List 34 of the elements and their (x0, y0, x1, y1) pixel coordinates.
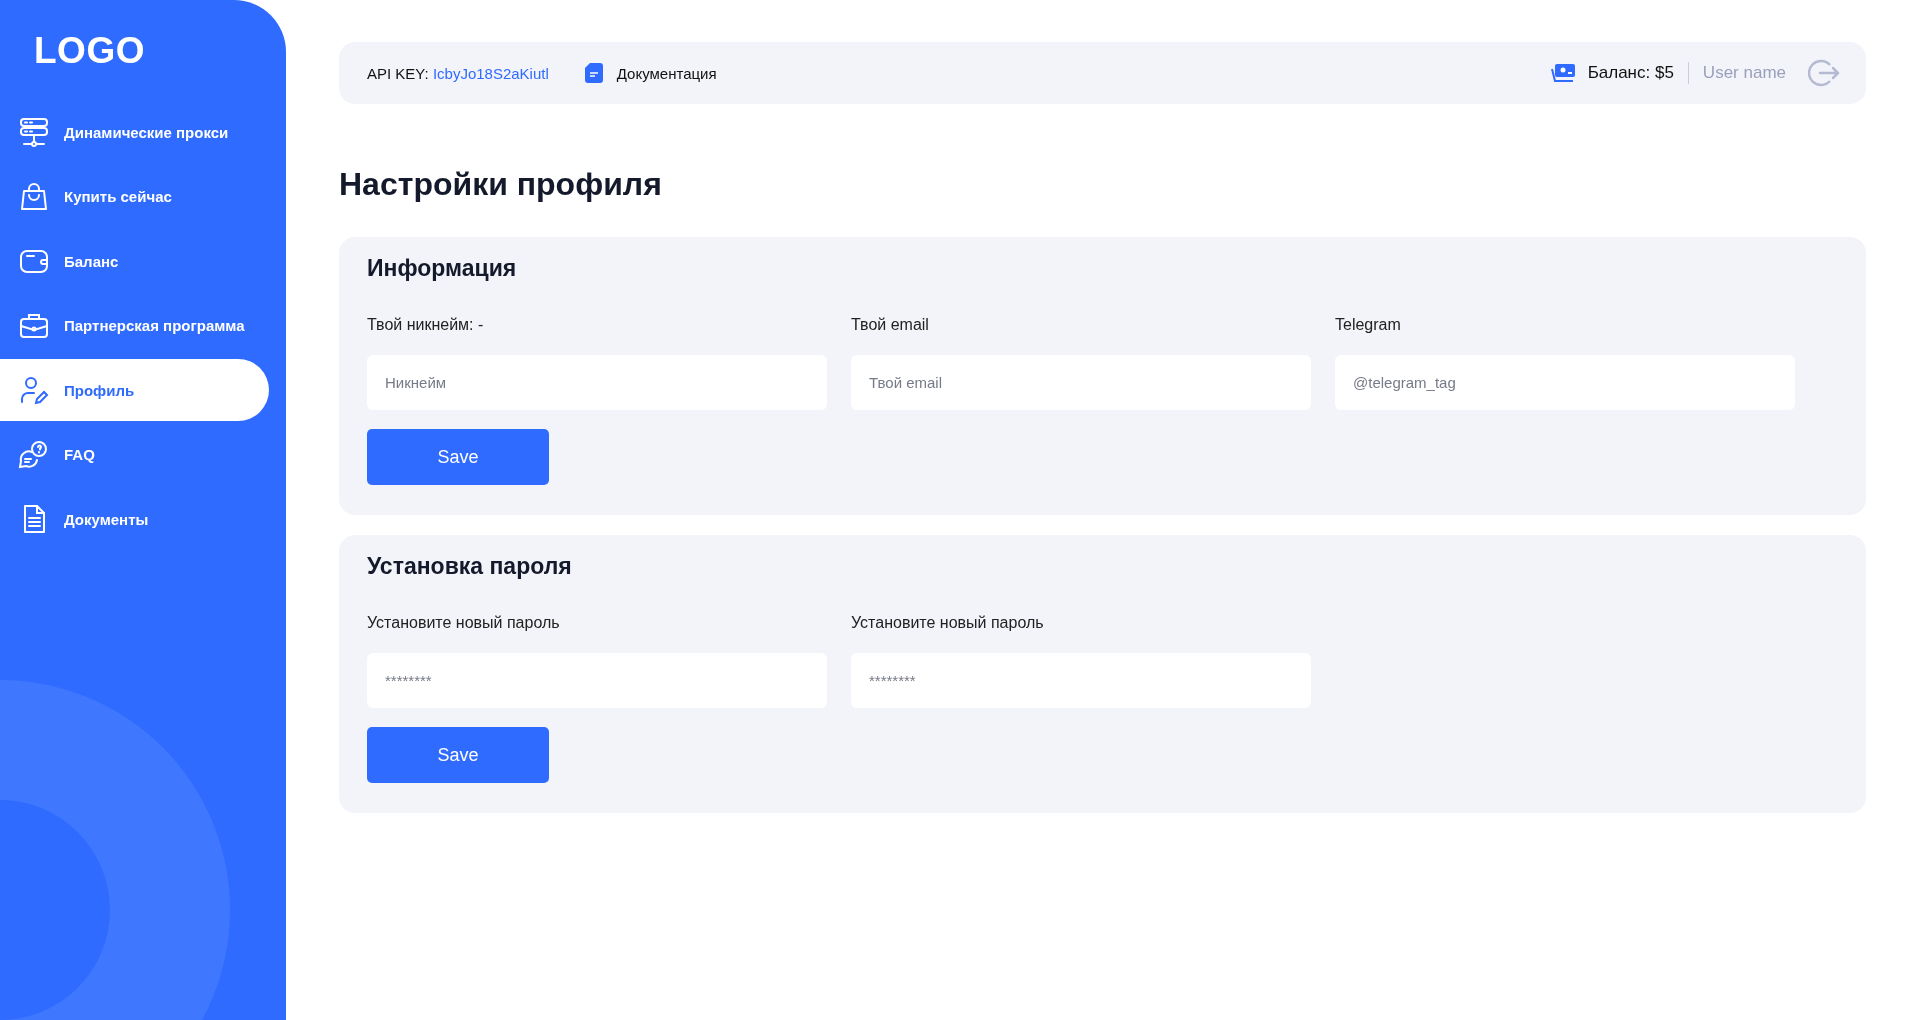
save-button[interactable]: Save (367, 429, 549, 485)
documentation-link[interactable]: Документация (584, 63, 717, 83)
field-label: Твой никнейм: - (367, 316, 484, 334)
shopping-bag-icon (18, 180, 50, 213)
input-field[interactable]: @telegram_tag (1335, 355, 1795, 410)
logo: LOGO (34, 30, 145, 72)
document-icon (584, 63, 603, 83)
sidebar-item[interactable]: FAQ (0, 423, 269, 486)
question-chat-icon (18, 438, 50, 471)
field-label: Установите новый пароль (851, 614, 1044, 632)
sidebar-item[interactable]: Баланс (0, 230, 269, 292)
section-title: Установка пароля (367, 553, 572, 580)
server-icon (18, 116, 50, 148)
save-button[interactable]: Save (367, 727, 549, 783)
field-label: Telegram (1335, 316, 1401, 334)
sidebar-item[interactable]: Динамические прокси (0, 101, 269, 163)
sidebar-item[interactable]: Профиль (0, 359, 269, 421)
input-field[interactable]: ******** (851, 653, 1311, 708)
logout-icon[interactable] (1808, 58, 1840, 88)
user-pencil-icon (18, 374, 50, 406)
section-title: Информация (367, 255, 517, 282)
sidebar-item[interactable]: Партнерская программа (0, 294, 269, 357)
field-label: Установите новый пароль (367, 614, 560, 632)
input-field[interactable]: ******** (367, 653, 827, 708)
money-icon (1550, 63, 1576, 83)
sidebar-item[interactable]: Купить сейчас (0, 165, 269, 228)
field-label: Твой email (851, 316, 929, 334)
input-field[interactable]: Твой email (851, 355, 1311, 410)
page-title: Настройки профиля (339, 166, 662, 203)
balance-text: Баланс: $5 (1587, 63, 1674, 83)
api-key-text: API KEY: IcbyJo18S2aKiutl (367, 64, 549, 82)
sidebar-item[interactable]: Документы (0, 488, 269, 550)
user-name: User name (1702, 63, 1786, 83)
input-field[interactable]: Никнейм (367, 355, 827, 410)
